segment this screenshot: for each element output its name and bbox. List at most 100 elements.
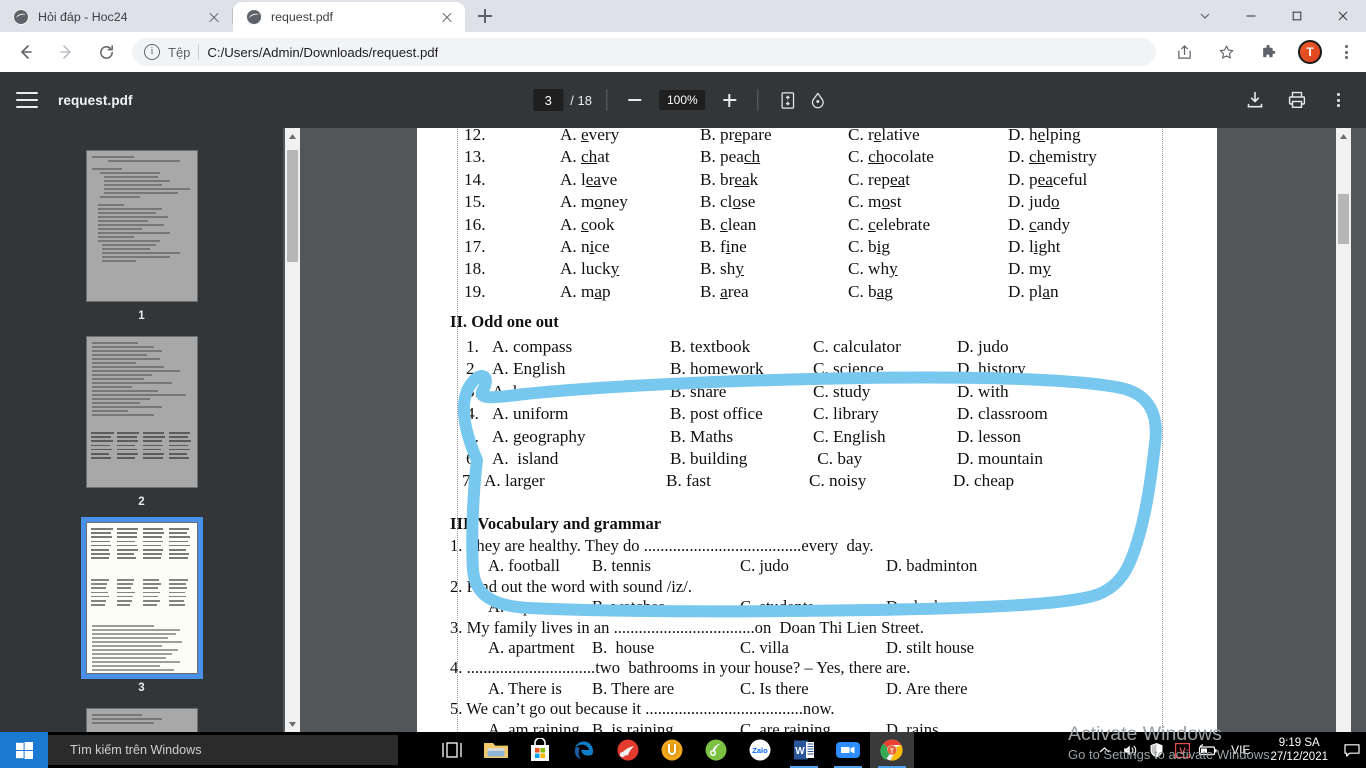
option-a: A. am raining xyxy=(488,719,580,732)
row-number: 3. xyxy=(466,381,479,401)
rotate-icon[interactable] xyxy=(803,85,833,115)
option-a: A. larger xyxy=(484,471,545,491)
thumbnail-page-4[interactable] xyxy=(85,708,198,732)
task-view-icon[interactable] xyxy=(430,732,474,768)
zoom-in-button[interactable] xyxy=(716,86,744,114)
pdf-page-3: 12. A. every B. prepare C. relative D. h… xyxy=(417,128,1217,732)
thumbnail-page-1[interactable]: 1 xyxy=(85,150,198,322)
chevron-down-icon[interactable] xyxy=(1182,0,1228,32)
pdf-toolbar-center: / 18 100% xyxy=(533,72,832,128)
new-tab-button[interactable] xyxy=(471,2,499,30)
tab-title: request.pdf xyxy=(271,10,333,24)
window-controls xyxy=(1182,0,1366,32)
question-row: 12. A. every B. prepare C. relative D. h… xyxy=(464,128,1164,146)
document-scrollbar[interactable] xyxy=(1336,128,1351,732)
file-explorer-icon[interactable] xyxy=(474,732,518,768)
option-d: D. chemistry xyxy=(1008,147,1097,167)
option-c: C. bag xyxy=(848,281,893,301)
globe-icon xyxy=(13,9,29,25)
avatar: T xyxy=(1298,40,1322,64)
utorrent-icon[interactable] xyxy=(650,732,694,768)
edge-icon[interactable] xyxy=(562,732,606,768)
forward-button[interactable] xyxy=(50,36,82,68)
close-icon[interactable] xyxy=(206,9,222,25)
word-icon[interactable]: W xyxy=(782,732,826,768)
sidebar-scrollbar-thumb[interactable] xyxy=(287,150,298,262)
scroll-down-arrow[interactable] xyxy=(285,716,300,732)
option-d: D. candy xyxy=(1008,214,1071,234)
svg-text:W: W xyxy=(795,746,805,757)
reload-button[interactable] xyxy=(90,36,122,68)
option-a: A. There is xyxy=(488,678,562,698)
question-row: 4. A. uniform B. post office C. library … xyxy=(466,403,1170,425)
download-icon[interactable] xyxy=(1240,85,1270,115)
browser-tab-1[interactable]: Hỏi đáp - Hoc24 xyxy=(0,2,232,32)
zoom-out-button[interactable] xyxy=(621,86,649,114)
pdf-menu-button[interactable] xyxy=(1324,86,1352,114)
close-window-button[interactable] xyxy=(1320,0,1366,32)
pdf-thumbnail-sidebar[interactable]: 1 2 3 xyxy=(0,128,283,732)
start-button[interactable] xyxy=(0,732,48,768)
fit-page-icon[interactable] xyxy=(773,85,803,115)
print-icon[interactable] xyxy=(1282,85,1312,115)
scroll-up-arrow[interactable] xyxy=(1336,128,1351,144)
pdf-page-area[interactable]: 12. A. every B. prepare C. relative D. h… xyxy=(300,128,1351,732)
thumbnail-page-3[interactable]: 3 xyxy=(80,517,203,694)
microsoft-store-icon[interactable] xyxy=(518,732,562,768)
browser-tab-2[interactable]: request.pdf xyxy=(233,2,465,32)
toolbar-actions: T xyxy=(1164,36,1360,68)
info-icon[interactable]: i xyxy=(144,44,160,60)
globe-icon xyxy=(246,9,262,25)
option-c: C. library xyxy=(813,404,879,424)
sidebar-toggle-icon[interactable] xyxy=(16,92,38,108)
scroll-up-arrow[interactable] xyxy=(285,128,300,144)
zoom-icon[interactable] xyxy=(826,732,870,768)
row-number: 19. xyxy=(464,281,486,301)
question-stem: 4. ...............................two ba… xyxy=(450,658,911,678)
option-d: D. peaceful xyxy=(1008,169,1088,189)
browser-menu-button[interactable] xyxy=(1332,38,1360,66)
zalo-icon[interactable]: Zalo xyxy=(738,732,782,768)
row-number: 1. xyxy=(466,337,479,356)
document-scrollbar-thumb[interactable] xyxy=(1338,194,1349,244)
question-row: 18. A. lucky B. shy C. why D. my xyxy=(464,258,1164,280)
sidebar-scrollbar[interactable] xyxy=(285,128,300,732)
extensions-puzzle-icon[interactable] xyxy=(1252,36,1284,68)
windows-search-box[interactable]: Tìm kiếm trên Windows xyxy=(48,735,398,765)
option-d: D. Are there xyxy=(886,678,968,698)
taskbar-icons: Zalo W T xyxy=(430,732,914,768)
option-c: C. judo xyxy=(740,556,789,576)
profile-avatar[interactable]: T xyxy=(1294,36,1326,68)
option-b: B. tennis xyxy=(592,556,652,576)
thumbnail-page-2[interactable]: 2 xyxy=(85,336,198,508)
option-b: B. post office xyxy=(670,404,763,424)
page-number-input[interactable] xyxy=(533,89,564,111)
option-c: C. villa xyxy=(740,638,789,658)
omnibox-divider xyxy=(198,44,200,60)
option-d: D. stilt house xyxy=(886,638,975,658)
question-row: 19. A. map B. area C. bag D. plan xyxy=(464,281,1164,303)
option-d: D. clocks xyxy=(886,597,949,617)
option-d: D. badminton xyxy=(886,556,978,576)
minimize-button[interactable] xyxy=(1228,0,1274,32)
option-a: A. cook xyxy=(560,214,615,234)
green-app-icon[interactable] xyxy=(694,732,738,768)
question-row: 3. A. have B. share C. study D. with xyxy=(466,381,1170,403)
chrome-icon[interactable]: T xyxy=(870,732,914,768)
row-number: 17. xyxy=(464,237,486,257)
ccleaner-icon[interactable] xyxy=(606,732,650,768)
option-d: D. mountain xyxy=(957,449,1043,469)
question-row: 6. A. island B. building C. bay D. mount… xyxy=(466,448,1170,470)
bookmark-star-icon[interactable] xyxy=(1210,36,1242,68)
svg-text:T: T xyxy=(890,749,894,755)
question-row: 1. A. compass B. textbook C. calculator … xyxy=(466,336,1170,358)
option-d: D. history xyxy=(957,359,1026,379)
maximize-button[interactable] xyxy=(1274,0,1320,32)
address-bar[interactable]: i Tệp C:/Users/Admin/Downloads/request.p… xyxy=(132,38,1156,66)
back-button[interactable] xyxy=(10,36,42,68)
close-icon[interactable] xyxy=(439,9,455,25)
option-c: C. study xyxy=(813,381,871,401)
option-c: C. science xyxy=(813,359,884,379)
option-b: B. homework xyxy=(670,359,764,379)
share-icon[interactable] xyxy=(1168,36,1200,68)
